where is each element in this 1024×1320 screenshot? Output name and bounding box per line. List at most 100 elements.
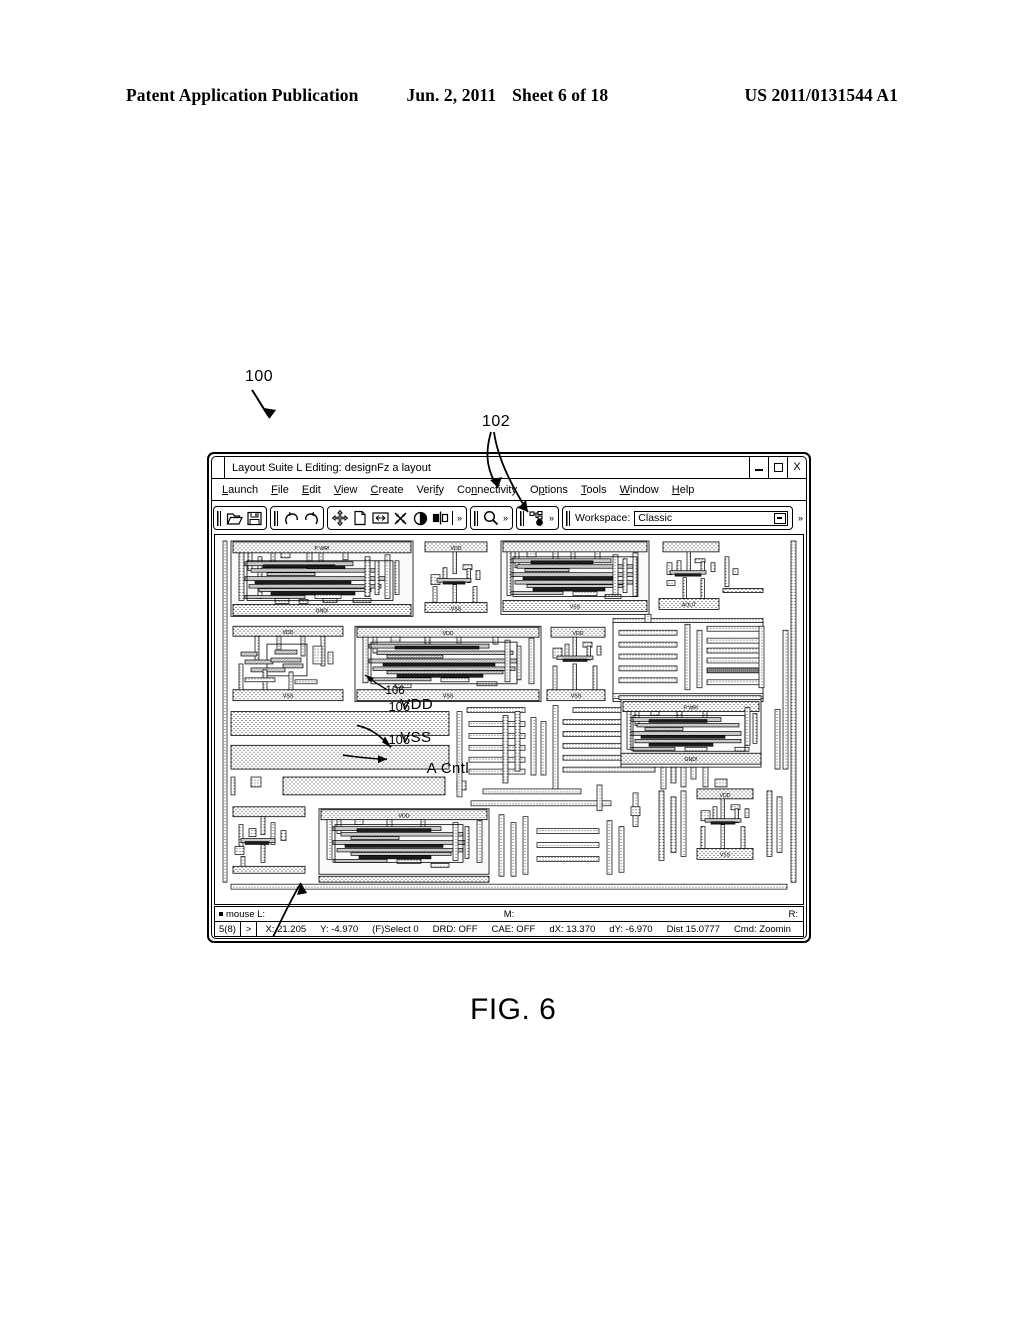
svg-text:VDD: VDD	[573, 631, 584, 637]
cell-block-bottom-right-small: VDD VSS	[630, 788, 783, 861]
close-button[interactable]: X	[787, 457, 806, 478]
patent-sheet-text: Sheet 6 of 18	[512, 85, 609, 105]
mouse-marker-icon	[219, 912, 223, 916]
toolbar-grip-icon[interactable]	[474, 510, 479, 526]
toolbar-grip-icon[interactable]	[274, 510, 278, 526]
patent-number-text: US 2011/0131544 A1	[744, 85, 898, 105]
svg-text:VDD: VDD	[399, 814, 410, 820]
menu-item-verify[interactable]: Verify	[417, 484, 445, 496]
routing-array-right	[612, 614, 765, 703]
callout-label-100: 100	[245, 368, 274, 385]
menu-item-connectivity[interactable]: Connectivity	[457, 484, 517, 496]
delete-icon[interactable]	[390, 508, 410, 528]
patent-date-text: Jun. 2, 2011	[406, 85, 497, 105]
magnifier-icon[interactable]	[481, 508, 501, 528]
toolbar: » » » Workspace: Classic »	[213, 503, 805, 533]
toolbar-group-hierarchy: »	[516, 506, 560, 530]
rotate-icon[interactable]	[410, 508, 430, 528]
layout-editor-window: Layout Suite L Editing: designFz a layou…	[207, 452, 811, 943]
layout-canvas[interactable]: .rail { fill:url(#dotfill); stroke:#000;…	[214, 534, 804, 905]
menu-item-help[interactable]: Help	[672, 484, 695, 496]
figure-caption: FIG. 6	[470, 993, 557, 1026]
workspace-label: Workspace:	[575, 512, 631, 524]
mirror-icon[interactable]	[430, 508, 450, 528]
status-field-y: Y: -4.970	[320, 923, 359, 935]
cell-block-row2-right: VDD VSS	[546, 626, 606, 702]
mouse-left-label: mouse L:	[226, 908, 266, 920]
mouse-status-bar: mouse L: M: R:	[214, 906, 804, 921]
status-field-drd: DRD: OFF	[432, 923, 478, 935]
toolbar-grip-icon[interactable]	[520, 510, 525, 526]
menu-item-options[interactable]: Options	[530, 484, 568, 496]
callout-label-102: 102	[482, 413, 511, 430]
svg-text:VSS: VSS	[571, 694, 582, 700]
menu-item-view[interactable]: View	[334, 484, 358, 496]
window-title-bar[interactable]: Layout Suite L Editing: designFz a layou…	[212, 457, 806, 479]
power-bus-bands	[230, 711, 467, 796]
svg-text:AOUT: AOUT	[682, 602, 697, 608]
svg-text:GND!: GND!	[685, 757, 698, 763]
status-field-cmd: Cmd: Zoomin	[733, 923, 791, 935]
svg-text:VSS: VSS	[283, 694, 294, 700]
workspace-select[interactable]: Classic	[634, 510, 788, 526]
move-icon[interactable]	[330, 508, 350, 528]
bus-acntl	[282, 776, 446, 796]
undo-icon[interactable]	[281, 508, 301, 528]
cell-block-top-left: P WR! GND!	[230, 540, 414, 617]
cell-block-bottom-right: P WR! GND!	[618, 695, 762, 768]
bus-vss	[230, 744, 450, 770]
patent-header: Patent Application Publication Jun. 2, 2…	[126, 85, 898, 111]
minimize-button[interactable]	[749, 457, 768, 478]
window-icon	[212, 457, 225, 478]
status-fields: X: 21.205 Y: -4.970 (F)Select 0 DRD: OFF…	[257, 924, 803, 935]
svg-text:GND!: GND!	[316, 608, 329, 614]
mouse-right-status: R:	[788, 908, 799, 920]
svg-text:P WR!: P WR!	[315, 546, 330, 552]
hierarchy-icon[interactable]	[527, 508, 547, 528]
toolbar-overflow-chevron-icon[interactable]: »	[796, 513, 805, 523]
command-prompt[interactable]: >	[241, 922, 258, 936]
status-field-select: (F)Select 0	[372, 923, 419, 935]
status-field-dx: dX: 13.370	[549, 923, 596, 935]
patent-publication-text: Patent Application Publication	[126, 85, 359, 105]
cell-block-aout: AOUT	[658, 541, 764, 610]
window-title-text: Layout Suite L Editing: designFz a layou…	[232, 461, 431, 474]
menu-item-edit[interactable]: Edit	[302, 484, 321, 496]
menu-item-tools[interactable]: Tools	[581, 484, 607, 496]
svg-text:VSS: VSS	[570, 604, 581, 610]
ic-layout-drawing: .rail { fill:url(#dotfill); stroke:#000;…	[222, 540, 797, 890]
bus-vdd	[230, 711, 450, 736]
cell-block-row2-center: VDD VSS	[354, 625, 542, 703]
menu-bar: Launch File Edit View Create Verify Conn…	[212, 479, 806, 501]
save-disk-icon[interactable]	[244, 508, 264, 528]
status-field-dist: Dist 15.0777	[666, 923, 720, 935]
toolbar-grip-icon[interactable]	[566, 510, 571, 526]
open-folder-icon[interactable]	[224, 508, 244, 528]
toolbar-overflow-chevron-icon[interactable]: »	[501, 513, 510, 523]
mouse-left-status: mouse L:	[215, 909, 265, 920]
svg-text:VSS: VSS	[443, 694, 454, 700]
menu-item-file[interactable]: File	[271, 484, 289, 496]
cell-block-bottom-left	[232, 806, 306, 874]
toolbar-grip-icon[interactable]	[217, 510, 221, 526]
status-field-cae: CAE: OFF	[491, 923, 536, 935]
toolbar-overflow-chevron-icon[interactable]: »	[547, 513, 556, 523]
toolbar-group-edit: »	[327, 506, 468, 530]
svg-text:VDD: VDD	[451, 546, 462, 552]
redo-icon[interactable]	[301, 508, 321, 528]
stretch-icon[interactable]	[370, 508, 390, 528]
maximize-button[interactable]	[768, 457, 787, 478]
toolbar-overflow-chevron-icon[interactable]: »	[455, 513, 464, 523]
menu-item-window[interactable]: Window	[620, 484, 659, 496]
chevron-down-icon[interactable]	[773, 512, 786, 524]
menu-item-launch[interactable]: Launch	[222, 484, 258, 496]
svg-text:VDD: VDD	[283, 630, 294, 636]
cell-block-top-mid: VDD VSS	[424, 541, 488, 613]
svg-text:VDD: VDD	[720, 793, 731, 799]
copy-icon[interactable]	[350, 508, 370, 528]
right-edge-bus	[790, 540, 797, 883]
status-field-dy: dY: -6.970	[609, 923, 653, 935]
menu-label-launch: aunch	[228, 483, 259, 496]
toolbar-group-zoom: »	[470, 506, 514, 530]
menu-item-create[interactable]: Create	[370, 484, 403, 496]
